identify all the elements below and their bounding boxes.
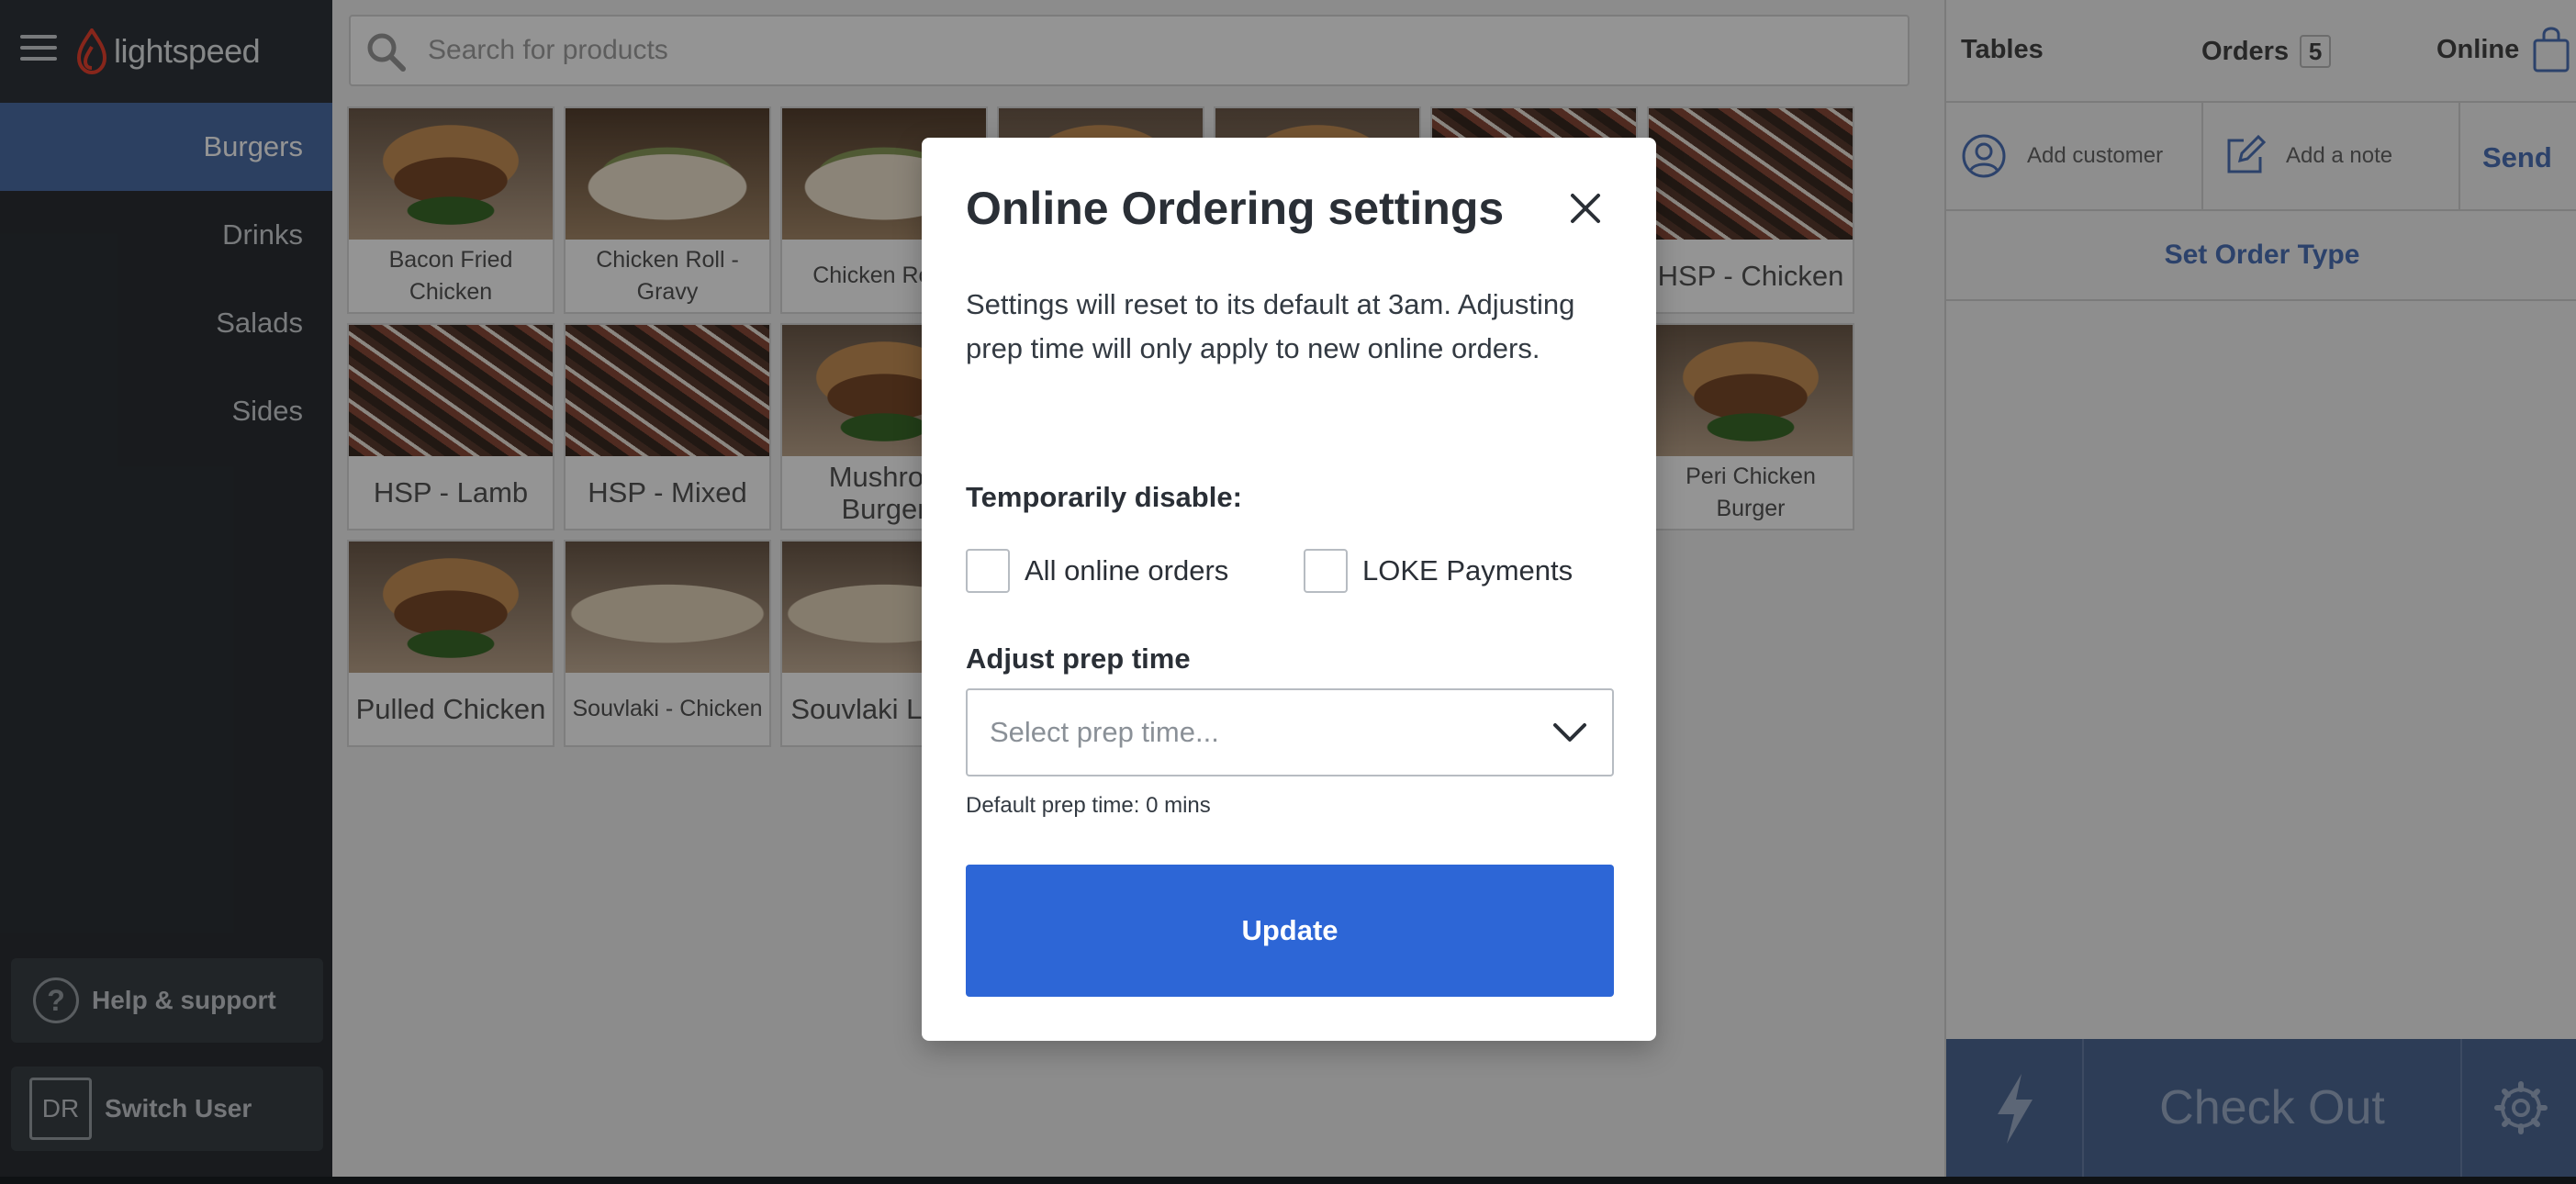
loke-payments-checkbox[interactable] [1304, 549, 1348, 593]
chevron-down-icon [1553, 723, 1586, 742]
prep-time-select[interactable]: Select prep time... [966, 688, 1614, 776]
prep-time-placeholder: Select prep time... [990, 716, 1219, 748]
close-icon[interactable] [1564, 187, 1607, 229]
online-ordering-settings-dialog: Online Ordering settings Settings will r… [922, 138, 1656, 1041]
loke-payments-option[interactable]: LOKE Payments [1304, 549, 1573, 593]
all-online-orders-label: All online orders [1025, 554, 1229, 586]
prep-time-heading: Adjust prep time [966, 642, 1191, 675]
dialog-description: Settings will reset to its default at 3a… [966, 288, 1575, 364]
all-online-orders-checkbox[interactable] [966, 549, 1010, 593]
loke-payments-label: LOKE Payments [1362, 554, 1574, 586]
default-prep-time-hint: Default prep time: 0 mins [966, 793, 1211, 818]
update-button[interactable]: Update [966, 865, 1614, 997]
all-online-orders-option[interactable]: All online orders [966, 549, 1228, 593]
dialog-title: Online Ordering settings [966, 183, 1505, 234]
disable-heading: Temporarily disable: [966, 481, 1242, 513]
